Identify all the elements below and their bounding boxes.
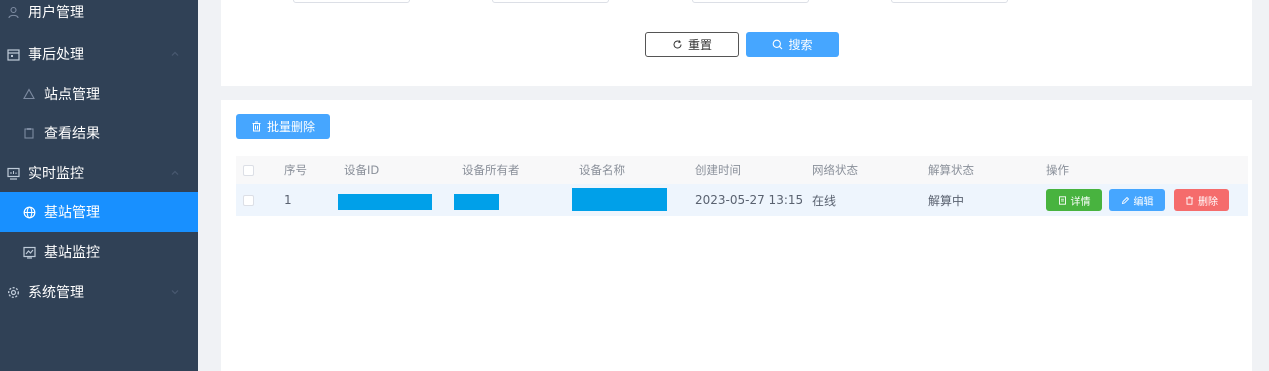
reset-button-label: 重置 bbox=[687, 38, 712, 52]
table-header: 序号 设备ID 设备所有者 设备名称 创建时间 网络状态 解算状态 操作 bbox=[236, 156, 1248, 184]
search-field[interactable] bbox=[692, 0, 809, 3]
trash-icon bbox=[1185, 195, 1194, 205]
search-field[interactable] bbox=[492, 0, 609, 3]
table-panel: 批量删除 序号 设备ID 设备所有者 设备名称 创建时间 网络状态 解算状态 操… bbox=[221, 100, 1252, 371]
batch-delete-button[interactable]: 批量删除 bbox=[236, 114, 330, 139]
delete-button[interactable]: 删除 bbox=[1174, 189, 1229, 211]
column-header: 网络状态 bbox=[812, 163, 858, 177]
row-checkbox[interactable] bbox=[243, 184, 254, 216]
column-header: 序号 bbox=[284, 163, 307, 177]
calendar-icon bbox=[6, 47, 20, 61]
search-button[interactable]: 搜索 bbox=[746, 32, 839, 57]
sidebar-item-label: 基站监控 bbox=[44, 245, 100, 261]
redacted-device-owner bbox=[454, 194, 499, 210]
cell-created-time: 2023-05-27 13:15 bbox=[695, 193, 804, 207]
column-header: 设备所有者 bbox=[462, 163, 520, 177]
column-header: 创建时间 bbox=[695, 163, 741, 177]
sidebar-item-view-results[interactable]: 查看结果 bbox=[0, 113, 198, 153]
sidebar: 用户管理 事后处理 站点管理 查看结果 实时监控 基站管理 基站监控 系统管理 bbox=[0, 0, 198, 371]
sidebar-item-label: 事后处理 bbox=[28, 47, 84, 63]
sidebar-item-realtime-monitoring[interactable]: 实时监控 bbox=[0, 153, 198, 193]
detail-button[interactable]: 详情 bbox=[1046, 189, 1102, 211]
sidebar-item-user-management[interactable]: 用户管理 bbox=[0, 0, 198, 32]
globe-icon bbox=[22, 205, 36, 219]
search-panel: 重置 搜索 bbox=[221, 0, 1252, 86]
batch-delete-label: 批量删除 bbox=[266, 120, 315, 134]
column-header: 操作 bbox=[1046, 163, 1069, 177]
sidebar-item-base-station-monitoring[interactable]: 基站监控 bbox=[0, 232, 198, 272]
trash-icon bbox=[251, 121, 262, 132]
sidebar-item-label: 查看结果 bbox=[44, 126, 100, 142]
sidebar-item-site-management[interactable]: 站点管理 bbox=[0, 74, 198, 114]
gear-icon bbox=[6, 285, 20, 299]
sidebar-item-label: 用户管理 bbox=[28, 5, 84, 21]
sidebar-item-label: 站点管理 bbox=[44, 87, 100, 103]
table-row: 1 2023-05-27 13:15 在线 解算中 详情 编辑 删除 bbox=[236, 184, 1248, 216]
cell-solve-status: 解算中 bbox=[928, 193, 965, 208]
column-header: 设备名称 bbox=[579, 163, 625, 177]
delete-button-label: 删除 bbox=[1198, 196, 1218, 208]
reset-button[interactable]: 重置 bbox=[645, 32, 739, 57]
edit-button[interactable]: 编辑 bbox=[1109, 189, 1165, 211]
user-icon bbox=[6, 5, 20, 19]
document-icon bbox=[1058, 195, 1067, 205]
chevron-up-icon bbox=[170, 168, 180, 178]
sidebar-item-label: 实时监控 bbox=[28, 166, 84, 182]
redacted-device-id bbox=[338, 194, 432, 210]
clipboard-icon bbox=[22, 126, 36, 140]
pencil-icon bbox=[1121, 196, 1130, 205]
sidebar-item-label: 系统管理 bbox=[28, 285, 84, 301]
edit-button-label: 编辑 bbox=[1133, 196, 1154, 208]
cell-index: 1 bbox=[284, 193, 292, 207]
select-all-checkbox[interactable] bbox=[243, 156, 254, 184]
column-header: 设备ID bbox=[344, 163, 380, 177]
triangle-icon bbox=[22, 87, 36, 101]
sidebar-item-post-processing[interactable]: 事后处理 bbox=[0, 34, 198, 74]
chevron-up-icon bbox=[170, 49, 180, 59]
chart-window-icon bbox=[22, 245, 36, 259]
search-button-label: 搜索 bbox=[788, 38, 813, 52]
column-header: 解算状态 bbox=[928, 163, 974, 177]
search-icon bbox=[772, 39, 783, 50]
refresh-icon bbox=[672, 39, 683, 50]
search-field[interactable] bbox=[891, 0, 1008, 3]
search-field[interactable] bbox=[293, 0, 410, 3]
sidebar-item-label: 基站管理 bbox=[44, 205, 100, 221]
sidebar-item-system-management[interactable]: 系统管理 bbox=[0, 272, 198, 312]
chevron-down-icon bbox=[170, 287, 180, 297]
redacted-device-name bbox=[572, 188, 667, 211]
monitor-icon bbox=[6, 166, 20, 180]
cell-network-status: 在线 bbox=[812, 193, 837, 208]
detail-button-label: 详情 bbox=[1070, 196, 1091, 208]
sidebar-item-base-station-management[interactable]: 基站管理 bbox=[0, 192, 198, 232]
